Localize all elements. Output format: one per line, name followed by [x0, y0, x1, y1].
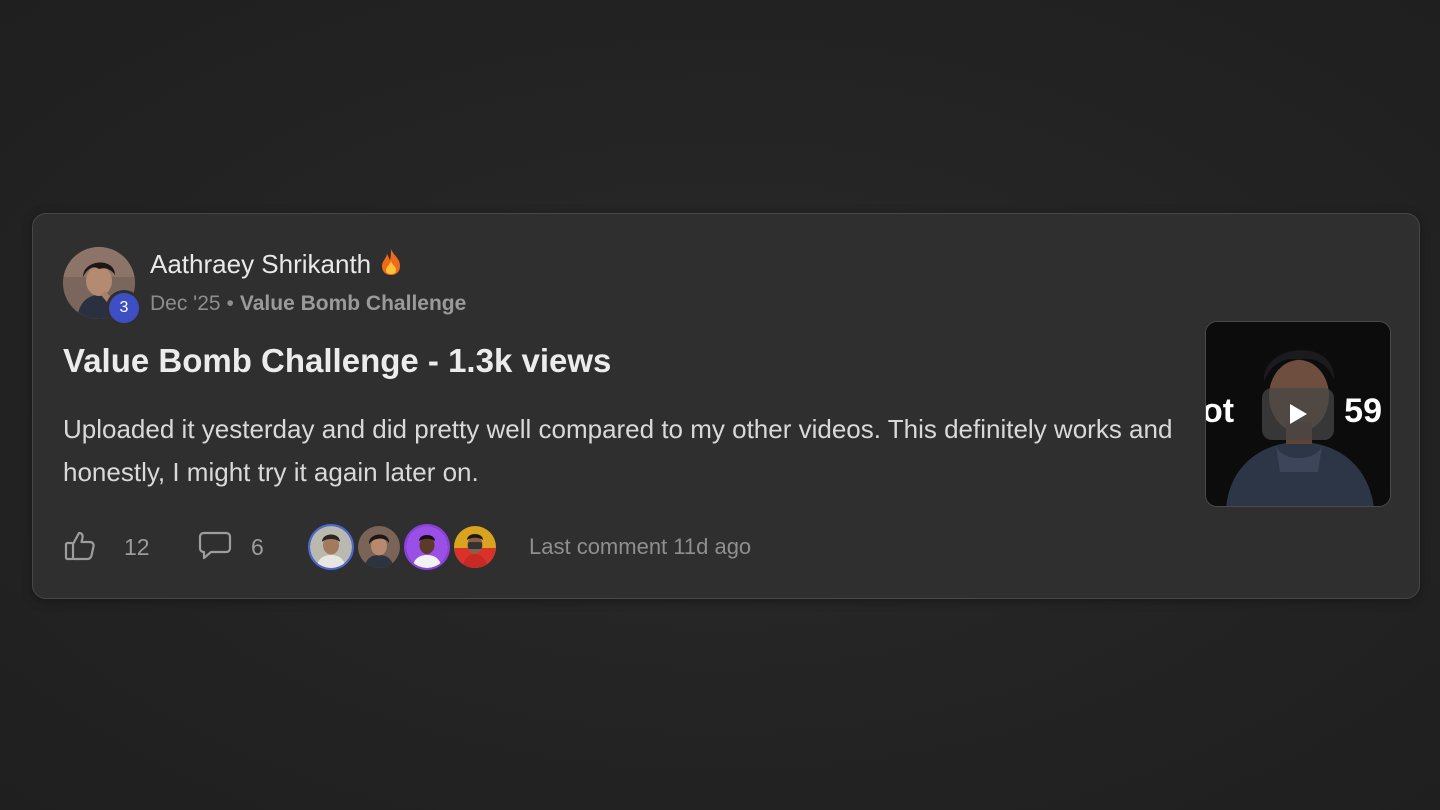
author-name-row: Aathraey Shrikanth	[150, 248, 403, 283]
commenter-avatar[interactable]	[308, 524, 354, 570]
post-title[interactable]: Value Bomb Challenge - 1.3k views	[63, 342, 611, 380]
comment-count: 6	[251, 534, 264, 560]
play-icon	[1287, 402, 1309, 426]
post-body[interactable]: Uploaded it yesterday and did pretty wel…	[63, 408, 1183, 494]
play-button[interactable]	[1262, 388, 1334, 440]
post-date: Dec '25	[150, 292, 221, 315]
commenter-avatar[interactable]	[356, 524, 402, 570]
thumbnail-text-right: 59	[1344, 392, 1382, 430]
last-comment-timestamp: Last comment 11d ago	[529, 534, 752, 559]
post-footer: 12 6 Last comment 11d ago	[63, 524, 963, 570]
like-count: 12	[124, 534, 150, 560]
comment-icon[interactable]	[197, 530, 233, 567]
post-card[interactable]: 3 Aathraey Shrikanth Dec '25 • Value Bomb …	[32, 213, 1420, 599]
author-name[interactable]: Aathraey Shrikanth	[150, 249, 371, 279]
post-meta: Dec '25 • Value Bomb Challenge	[150, 292, 466, 316]
like-icon[interactable]	[63, 529, 97, 568]
thumbnail-text-left: ot	[1205, 392, 1235, 430]
level-badge: 3	[106, 290, 142, 326]
page: 3 Aathraey Shrikanth Dec '25 • Value Bomb …	[0, 0, 1440, 810]
post-category-link[interactable]: Value Bomb Challenge	[240, 292, 466, 315]
commenter-avatar[interactable]	[404, 524, 450, 570]
video-thumbnail[interactable]: ot 59	[1205, 321, 1391, 507]
commenter-avatar[interactable]	[452, 524, 498, 570]
meta-separator: •	[226, 292, 234, 315]
fire-icon	[379, 248, 403, 283]
author-avatar-wrap[interactable]: 3	[63, 247, 142, 326]
